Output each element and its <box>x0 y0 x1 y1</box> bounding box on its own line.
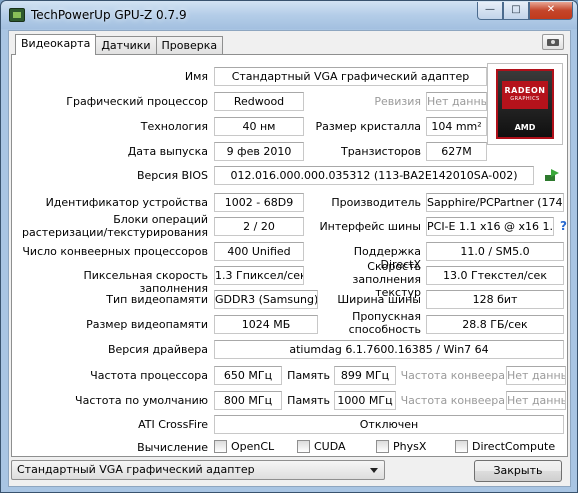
device-id-label: Идентификатор устройства <box>45 196 208 209</box>
gpuz-app-icon <box>9 8 25 22</box>
default-shader-clock-label: Частота конвеера <box>400 394 505 407</box>
opencl-checkbox-box[interactable] <box>214 440 227 453</box>
default-clock-label: Частота по умолчанию <box>75 394 208 407</box>
rops-value[interactable]: 2 / 20 <box>214 217 304 236</box>
gpu-clock-value[interactable]: 650 МГц <box>214 366 282 385</box>
rops-label-line2: растеризации/текстурирования <box>22 226 208 239</box>
default-shader-clock-value[interactable]: Нет данных <box>506 391 566 410</box>
device-select-value: Стандартный VGA графический адаптер <box>17 463 255 476</box>
pixel-fillrate-value[interactable]: 1.3 Гпиксел/сек <box>214 266 304 285</box>
logo-sub-text: GRAPHICS <box>510 96 540 102</box>
directx-value[interactable]: 11.0 / SM5.0 <box>426 242 564 261</box>
shader-clock-value[interactable]: Нет данных <box>506 366 566 385</box>
die-size-value[interactable]: 104 mm² <box>426 117 487 136</box>
chevron-down-icon[interactable] <box>370 468 378 473</box>
texture-fillrate-label-line1: Скорость <box>367 260 421 273</box>
physx-checkbox-box[interactable] <box>376 440 389 453</box>
shaders-value[interactable]: 400 Unified <box>214 242 304 261</box>
directcompute-checkbox-label: DirectCompute <box>472 440 556 453</box>
default-gpu-clock-value[interactable]: 800 МГц <box>214 391 282 410</box>
pixel-fillrate-label: Пиксельная скорость заполнения <box>83 269 208 295</box>
cuda-checkbox[interactable]: CUDA <box>297 440 346 453</box>
device-select-dropdown[interactable]: Стандартный VGA графический адаптер <box>11 460 385 480</box>
bios-value[interactable]: 012.016.000.000.035312 (113-BA2E142010SA… <box>214 166 534 185</box>
texture-fillrate-value[interactable]: 13.0 Гтекстел/сек <box>426 266 564 285</box>
physx-checkbox-label: PhysX <box>393 440 427 453</box>
maximize-button[interactable]: □ <box>503 2 529 20</box>
bus-help-icon[interactable]: ? <box>560 219 567 233</box>
bandwidth-label-line1: Пропускная <box>352 310 421 323</box>
crossfire-label: ATI CrossFire <box>138 418 208 431</box>
name-label: Имя <box>184 70 208 83</box>
transistors-value[interactable]: 627M <box>426 142 487 161</box>
device-id-value[interactable]: 1002 - 68D9 <box>214 193 304 212</box>
window-title: TechPowerUp GPU-Z 0.7.9 <box>31 8 187 22</box>
memory-clock-label: Память <box>287 369 330 382</box>
gpuz-window: TechPowerUp GPU-Z 0.7.9 — □ ✕ Видеокарта… <box>0 0 578 493</box>
bus-interface-label: Интерфейс шины <box>319 220 421 233</box>
gpu-clock-label: Частота процессора <box>90 369 208 382</box>
rops-label-line1: Блоки операций <box>113 213 208 226</box>
logo-brand-text: RADEON <box>504 86 546 95</box>
memory-size-value[interactable]: 1024 МБ <box>214 315 318 334</box>
bus-width-label: Ширина шины <box>337 293 421 306</box>
release-date-value[interactable]: 9 фев 2010 <box>214 142 304 161</box>
computing-label: Вычисление <box>137 441 208 454</box>
tab-graphics-card[interactable]: Видеокарта <box>15 34 97 55</box>
release-date-label: Дата выпуска <box>127 145 208 158</box>
subvendor-value[interactable]: Sapphire/PCPartner (174B) <box>426 193 564 212</box>
technology-label: Технология <box>140 120 208 133</box>
transistors-label: Транзисторов <box>340 145 421 158</box>
shader-clock-label: Частота конвеера <box>400 369 505 382</box>
directcompute-checkbox[interactable]: DirectCompute <box>455 440 555 453</box>
revision-value[interactable]: Нет данных <box>426 92 487 111</box>
logo-maker-text: AMD <box>514 123 536 132</box>
opencl-checkbox[interactable]: OpenCL <box>214 440 274 453</box>
cuda-checkbox-box[interactable] <box>297 440 310 453</box>
default-memory-clock-label: Память <box>287 394 330 407</box>
bandwidth-label-line2: способность <box>348 323 421 336</box>
technology-value[interactable]: 40 нм <box>214 117 304 136</box>
tab-sensors[interactable]: Датчики <box>95 36 157 55</box>
opencl-checkbox-label: OpenCL <box>231 440 275 453</box>
tab-strip: Видеокарта Датчики Проверка <box>15 34 224 55</box>
driver-label: Версия драйвера <box>107 343 208 356</box>
screenshot-camera-button[interactable] <box>542 34 564 50</box>
minimize-button[interactable]: — <box>477 2 503 20</box>
die-size-label: Размер кристалла <box>315 120 421 133</box>
close-window-button[interactable]: ✕ <box>529 2 573 20</box>
bios-label: Версия BIOS <box>136 169 208 182</box>
bus-interface-value[interactable]: PCI-E 1.1 x16 @ x16 1.1 <box>426 217 554 236</box>
memory-type-value[interactable]: GDDR3 (Samsung) <box>214 290 318 309</box>
title-bar[interactable]: TechPowerUp GPU-Z 0.7.9 — □ ✕ <box>1 1 577 29</box>
client-area: Видеокарта Датчики Проверка Имя Стандарт… <box>8 30 571 487</box>
physx-checkbox[interactable]: PhysX <box>376 440 426 453</box>
subvendor-label: Производитель <box>331 196 421 209</box>
name-value[interactable]: Стандартный VGA графический адаптер <box>214 67 487 86</box>
bios-share-icon[interactable] <box>545 169 559 181</box>
bus-width-value[interactable]: 128 бит <box>426 290 564 309</box>
gpu-value[interactable]: Redwood <box>214 92 304 111</box>
radeon-logo: RADEON GRAPHICS AMD <box>487 63 563 145</box>
tab-validation[interactable]: Проверка <box>155 36 224 55</box>
gpu-label: Графический процессор <box>66 95 208 108</box>
bandwidth-value[interactable]: 28.8 ГБ/сек <box>426 315 564 334</box>
cuda-checkbox-label: CUDA <box>314 440 346 453</box>
driver-value[interactable]: atiumdag 6.1.7600.16385 / Win7 64 <box>214 340 564 359</box>
memory-size-label: Размер видеопамяти <box>86 318 208 331</box>
crossfire-value[interactable]: Отключен <box>214 415 564 434</box>
directcompute-checkbox-box[interactable] <box>455 440 468 453</box>
default-memory-clock-value[interactable]: 1000 МГц <box>334 391 396 410</box>
close-button[interactable]: Закрыть <box>474 460 562 482</box>
memory-type-label: Тип видеопамяти <box>106 293 208 306</box>
revision-label: Ревизия <box>374 95 421 108</box>
memory-clock-value[interactable]: 899 МГц <box>334 366 396 385</box>
graphics-card-panel: Имя Стандартный VGA графический адаптер … <box>11 54 568 457</box>
shaders-label: Число конвеерных процессоров <box>22 245 208 258</box>
